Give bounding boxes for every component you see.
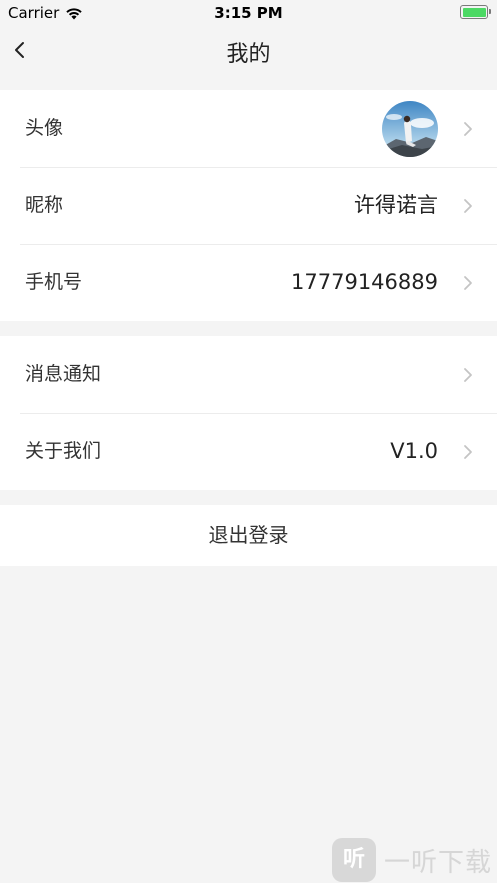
battery-fill bbox=[462, 7, 486, 17]
nav-bar: 我的 bbox=[0, 26, 497, 90]
phone-value: 17779146889 bbox=[291, 270, 438, 294]
chevron-right-icon bbox=[464, 122, 472, 136]
notifications-row[interactable]: 消息通知 bbox=[0, 336, 497, 413]
nickname-label: 昵称 bbox=[25, 194, 64, 216]
chevron-right-icon bbox=[464, 445, 472, 459]
status-bar: Carrier 3:15 PM bbox=[0, 0, 497, 26]
nickname-row[interactable]: 昵称 许得诺言 bbox=[0, 167, 497, 244]
nickname-value: 许得诺言 bbox=[354, 193, 438, 217]
status-time: 3:15 PM bbox=[214, 4, 283, 22]
settings-group: 消息通知 关于我们 V1.0 bbox=[0, 336, 497, 490]
battery-tip bbox=[489, 9, 491, 14]
watermark: 听 一听下载 bbox=[332, 837, 497, 883]
battery-icon bbox=[460, 5, 491, 19]
profile-group: 头像 昵称 许得诺言 手机号 17779146889 bbox=[0, 90, 497, 321]
version-value: V1.0 bbox=[390, 439, 438, 463]
about-label: 关于我们 bbox=[25, 440, 102, 462]
notifications-label: 消息通知 bbox=[25, 363, 102, 385]
phone-row[interactable]: 手机号 17779146889 bbox=[0, 244, 497, 321]
logout-button[interactable]: 退出登录 bbox=[0, 505, 497, 566]
watermark-badge: 听 bbox=[332, 838, 376, 882]
phone-label: 手机号 bbox=[25, 271, 83, 293]
avatar bbox=[382, 101, 438, 157]
chevron-right-icon bbox=[464, 368, 472, 382]
chevron-right-icon bbox=[464, 199, 472, 213]
status-right bbox=[460, 5, 491, 19]
chevron-right-icon bbox=[464, 276, 472, 290]
watermark-text: 一听下载 bbox=[384, 847, 493, 878]
avatar-label: 头像 bbox=[25, 117, 64, 139]
page-title: 我的 bbox=[226, 42, 271, 67]
about-row[interactable]: 关于我们 V1.0 bbox=[0, 413, 497, 490]
avatar-row[interactable]: 头像 bbox=[0, 90, 497, 167]
